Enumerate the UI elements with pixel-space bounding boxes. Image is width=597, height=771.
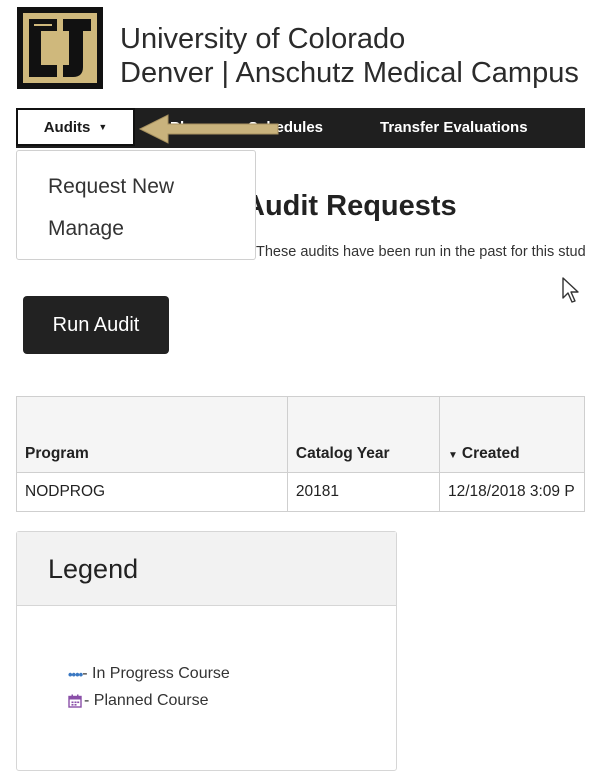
calendar-icon [68, 694, 82, 708]
legend-panel: Legend •••• - In Progress Course - Plann… [16, 531, 397, 771]
column-header-program[interactable]: Program [16, 396, 288, 473]
cell-created-text: 12/18/2018 3:09 PM [448, 483, 576, 500]
menu-item-request-new[interactable]: Request New [48, 175, 174, 199]
pointer-arrow-icon [138, 114, 279, 144]
in-progress-dots-icon: •••• [68, 666, 83, 682]
caret-down-icon: ▼ [98, 122, 108, 132]
sort-desc-icon: ▼ [448, 450, 458, 461]
cell-catalog-year: 20181 [286, 472, 441, 512]
cell-created: 12/18/2018 3:09 PM [439, 472, 585, 512]
menu-item-manage[interactable]: Manage [48, 217, 124, 241]
run-audit-button[interactable]: Run Audit [23, 296, 169, 354]
column-header-created[interactable]: ▼ Created [439, 396, 585, 473]
page-title: Audit Requests [244, 190, 457, 222]
university-name: University of Colorado [120, 23, 406, 55]
nav-audits-label: Audits [43, 118, 91, 136]
column-header-created-label: Created [461, 445, 520, 462]
campus-name: Denver | Anschutz Medical Campus [120, 57, 579, 89]
table-row[interactable]: NODPROG 20181 12/18/2018 3:09 PM [16, 472, 585, 512]
nav-audits-dropdown[interactable]: Audits ▼ [16, 108, 135, 146]
column-header-catalog-year[interactable]: Catalog Year [286, 396, 441, 473]
cell-program: NODPROG [16, 472, 288, 512]
audit-requests-table: Program Catalog Year ▼ Created NODPROG 20… [16, 396, 585, 512]
audits-dropdown-menu: Request New Manage [16, 150, 256, 260]
legend-item-planned: - Planned Course [68, 692, 209, 710]
cu-logo-icon [17, 7, 103, 89]
legend-title: Legend [48, 554, 139, 584]
legend-label-planned: - Planned Course [84, 692, 209, 709]
site-header: University of Colorado Denver | Anschutz… [0, 0, 597, 100]
legend-item-in-progress: •••• - In Progress Course [68, 665, 230, 683]
nav-transfer-evaluations[interactable]: Transfer Evaluations [380, 108, 528, 148]
page-description: These audits have been run in the past f… [256, 244, 585, 260]
mouse-cursor-icon [562, 277, 579, 303]
legend-label-in-progress: - In Progress Course [82, 665, 230, 682]
table-header-row: Program Catalog Year ▼ Created [16, 396, 585, 473]
